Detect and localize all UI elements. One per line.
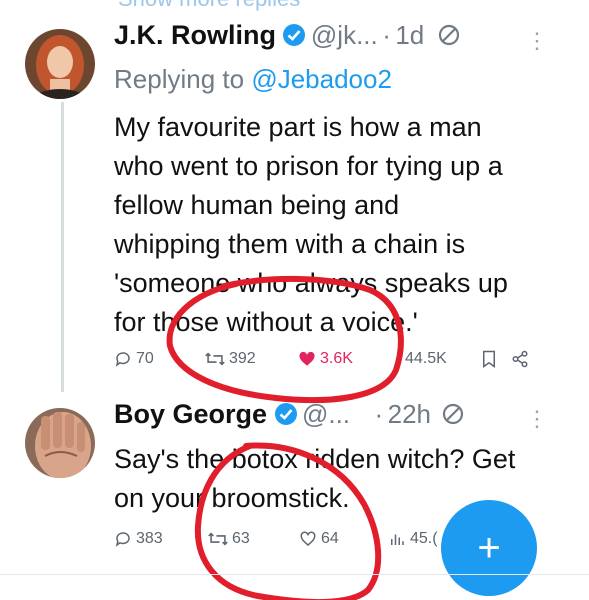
like-count: 64: [321, 530, 339, 547]
retweet-button[interactable]: 392: [205, 350, 256, 368]
avatar-image: [25, 29, 95, 99]
tweet-line: for those without a voice.': [114, 307, 418, 337]
view-count: 44.5K: [405, 350, 447, 367]
tweet-text: Say's the botox ridden witch? Get on you…: [114, 440, 515, 518]
views-button[interactable]: 45.(: [388, 530, 438, 548]
avatar[interactable]: [25, 29, 95, 99]
bookmark-button[interactable]: [481, 350, 497, 368]
tweet-line: 'someone who always speaks up: [114, 268, 508, 298]
tweet-header: J.K. Rowling @jk... · 1d: [114, 20, 461, 51]
more-options-icon[interactable]: ⋮: [526, 406, 548, 432]
retweet-icon: [208, 532, 228, 546]
tweet-header: Boy George @... · 22h: [114, 399, 465, 430]
retweet-count: 63: [232, 530, 250, 547]
tweet-line: My favourite part is how a man: [114, 112, 482, 142]
author-handle[interactable]: @...: [302, 399, 350, 429]
reply-button[interactable]: 383: [114, 530, 163, 548]
separator-dot: ·: [374, 399, 384, 429]
views-button[interactable]: 44.5K: [405, 350, 447, 368]
verified-badge-icon: [274, 403, 297, 425]
plus-icon: +: [477, 525, 501, 570]
divider: [0, 574, 589, 575]
views-chart-icon: [391, 534, 404, 545]
reply-to-user-link[interactable]: @Jebadoo2: [251, 64, 392, 94]
author-name[interactable]: J.K. Rowling: [114, 20, 276, 50]
show-more-replies-link[interactable]: Show more replies: [118, 0, 300, 12]
tweet-line: Say's the botox ridden witch? Get: [114, 444, 516, 474]
share-icon: [512, 350, 528, 368]
avatar[interactable]: [25, 408, 95, 478]
author-handle[interactable]: @jk...: [311, 20, 378, 50]
retweet-button[interactable]: 63: [208, 530, 250, 548]
avatar-image: [25, 408, 95, 478]
verified-badge-icon: [283, 24, 306, 46]
compose-button[interactable]: +: [441, 500, 537, 596]
retweet-count: 392: [229, 350, 256, 367]
heart-outline-icon: [300, 531, 316, 546]
heart-filled-icon: [299, 351, 315, 366]
reply-icon: [115, 532, 130, 547]
thread-line: [61, 102, 64, 392]
timestamp[interactable]: 22h: [388, 399, 431, 429]
author-name[interactable]: Boy George: [114, 399, 267, 429]
reply-icon: [115, 352, 130, 367]
like-count: 3.6K: [320, 350, 353, 367]
tweet-actions: 70 392 3.6K 44.5K: [0, 350, 589, 374]
retweet-icon: [205, 352, 225, 366]
no-sign-icon: [443, 403, 464, 425]
tweet-text: My favourite part is how a man who went …: [114, 108, 508, 342]
bookmark-icon: [483, 350, 495, 368]
reply-count: 70: [136, 350, 154, 367]
like-button[interactable]: 64: [299, 530, 339, 548]
share-button[interactable]: [511, 350, 529, 368]
no-sign-icon: [438, 24, 459, 46]
tweet-line: whipping them with a chain is: [114, 229, 466, 259]
like-button[interactable]: 3.6K: [298, 350, 353, 368]
view-count: 45.(: [410, 530, 438, 547]
reply-button[interactable]: 70: [114, 350, 154, 368]
reply-context: Replying to @Jebadoo2: [114, 64, 392, 95]
separator-dot: ·: [382, 20, 391, 50]
more-options-icon[interactable]: ⋮: [526, 28, 548, 54]
reply-count: 383: [136, 530, 163, 547]
replying-to-label: Replying to: [114, 64, 245, 94]
tweet-line: fellow human being and: [114, 190, 400, 220]
tweet-line: who went to prison for tying up a: [114, 151, 503, 181]
timestamp[interactable]: 1d: [395, 20, 424, 50]
